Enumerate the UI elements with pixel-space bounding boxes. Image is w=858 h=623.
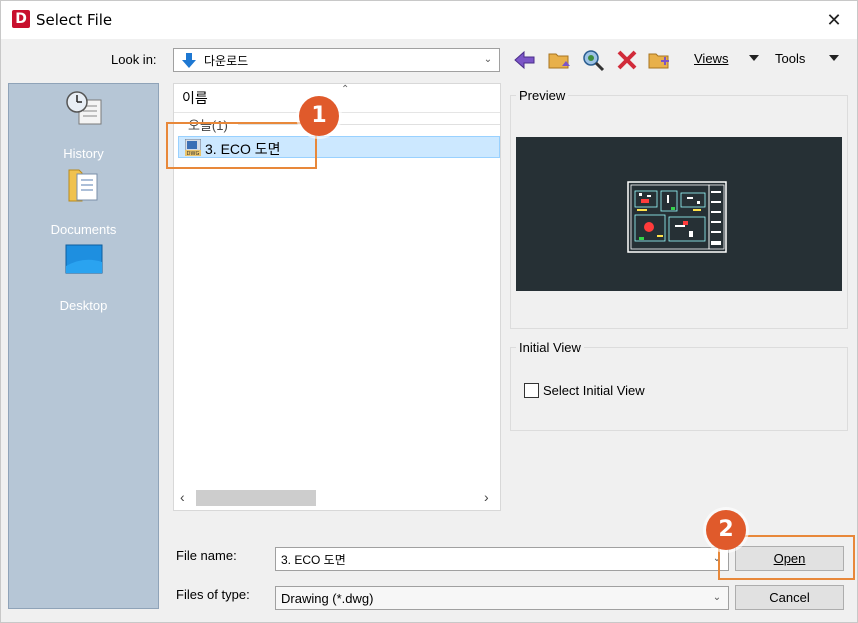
drawing-thumbnail xyxy=(627,181,727,253)
new-folder-icon[interactable] xyxy=(647,48,671,72)
up-folder-icon[interactable] xyxy=(547,48,571,72)
search-web-icon[interactable] xyxy=(581,48,605,72)
preview-canvas xyxy=(516,137,842,291)
tools-caret-icon[interactable] xyxy=(829,55,839,61)
files-of-type-value: Drawing (*.dwg) xyxy=(281,591,374,606)
place-label: History xyxy=(63,146,104,161)
place-history[interactable]: History xyxy=(9,90,158,161)
title-bar: D Select File ✕ xyxy=(1,1,857,39)
places-bar: History Documents Desktop xyxy=(8,83,159,609)
documents-icon xyxy=(68,169,98,202)
views-caret-icon[interactable] xyxy=(749,55,759,61)
history-icon xyxy=(66,91,102,125)
look-in-label: Look in: xyxy=(111,52,157,67)
look-in-dropdown[interactable]: 다운로드 ⌄ xyxy=(173,48,500,72)
views-menu-button[interactable]: Views xyxy=(694,51,728,66)
delete-icon[interactable] xyxy=(615,48,639,72)
sort-caret-icon: ⌃ xyxy=(341,84,350,95)
place-desktop[interactable]: Desktop xyxy=(9,242,158,313)
cancel-button[interactable]: Cancel xyxy=(735,585,844,610)
step2-badge: 2 xyxy=(706,510,746,550)
look-in-value: 다운로드 xyxy=(204,54,249,68)
files-of-type-label: Files of type: xyxy=(176,587,250,602)
scroll-right-icon[interactable]: › xyxy=(484,489,489,505)
download-arrow-icon xyxy=(182,53,196,68)
horizontal-scrollbar[interactable]: ‹ › xyxy=(174,486,500,510)
file-name-label: File name: xyxy=(176,548,237,563)
step1-highlight xyxy=(166,122,317,169)
initial-view-title: Initial View xyxy=(516,340,584,355)
files-of-type-dropdown[interactable]: Drawing (*.dwg) ⌄ xyxy=(275,586,729,610)
scrollbar-thumb[interactable] xyxy=(196,490,316,506)
back-arrow-icon[interactable] xyxy=(513,48,537,72)
step1-badge: 1 xyxy=(299,96,339,136)
app-logo-icon: D xyxy=(12,10,30,28)
preview-title: Preview xyxy=(516,88,569,103)
desktop-icon xyxy=(65,244,103,274)
select-initial-view-label[interactable]: Select Initial View xyxy=(543,383,645,398)
place-label: Desktop xyxy=(59,298,108,313)
tools-menu-button[interactable]: Tools xyxy=(775,51,805,66)
select-file-dialog: D Select File ✕ Look in: 다운로드 ⌄ Views To… xyxy=(0,0,858,623)
chevron-down-icon: ⌄ xyxy=(483,54,493,65)
place-documents[interactable]: Documents xyxy=(9,166,158,237)
file-name-input[interactable]: 3. ECO 도면 xyxy=(281,551,346,568)
place-label: Documents xyxy=(50,222,117,237)
file-name-combo[interactable]: 3. ECO 도면 ⌄ xyxy=(275,547,729,571)
chevron-down-icon: ⌄ xyxy=(712,592,722,603)
window-title: Select File xyxy=(36,11,113,29)
column-header-name[interactable]: 이름 xyxy=(182,88,208,108)
scroll-left-icon[interactable]: ‹ xyxy=(180,489,185,505)
close-button[interactable]: ✕ xyxy=(811,1,857,39)
select-initial-view-checkbox[interactable] xyxy=(524,383,539,398)
